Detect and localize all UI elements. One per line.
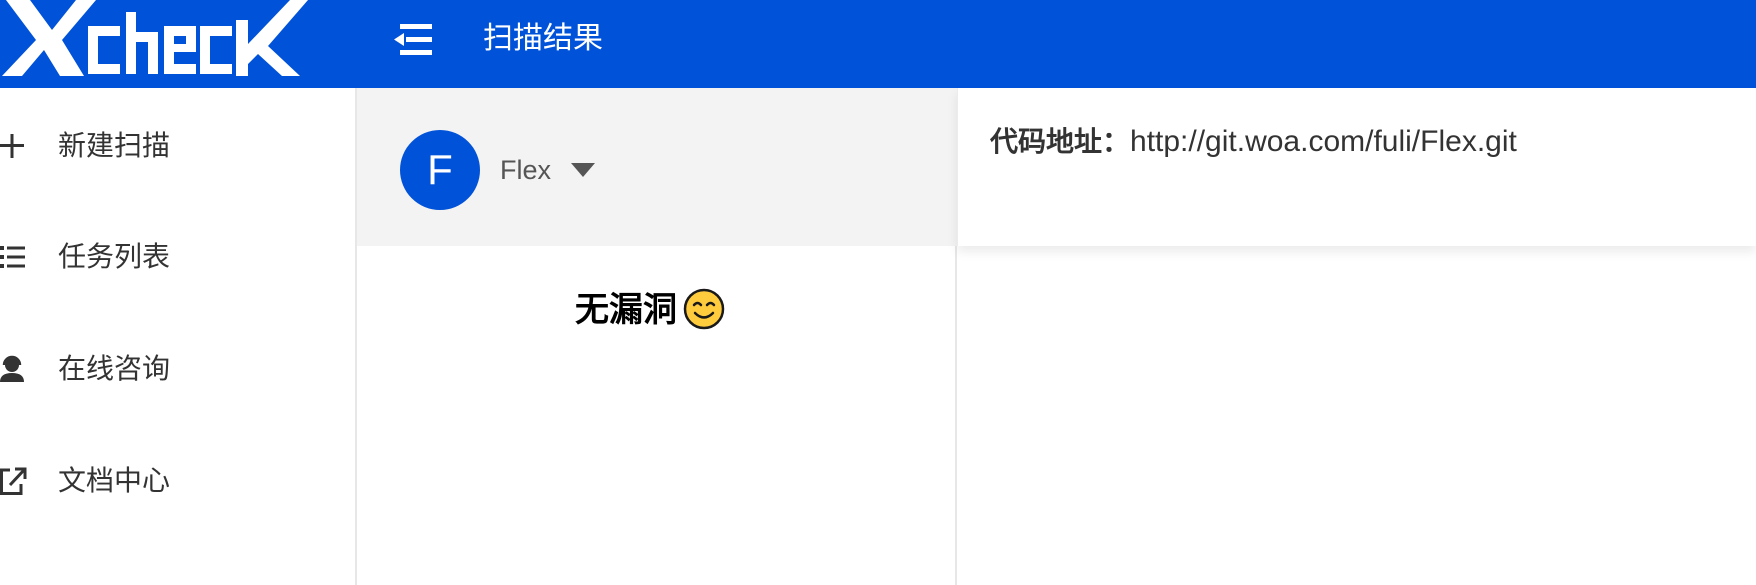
- sidebar-item-online-consult[interactable]: 在线咨询: [0, 334, 355, 404]
- support-agent-icon: [0, 354, 28, 384]
- project-header: F Flex: [357, 88, 957, 246]
- scan-status: 无漏洞: [575, 288, 725, 332]
- plus-icon: [0, 131, 28, 161]
- vulnerability-panel: 无漏洞: [357, 246, 957, 585]
- list-icon: [0, 242, 28, 272]
- repo-address-url[interactable]: http://git.woa.com/fuli/Flex.git: [1130, 125, 1517, 158]
- repo-address: 代码地址：http://git.woa.com/fuli/Flex.git: [990, 122, 1517, 167]
- smile-emoji-icon: [683, 288, 725, 330]
- external-link-icon: [0, 466, 28, 496]
- sidebar-item-new-scan[interactable]: 新建扫描: [0, 111, 355, 181]
- sidebar-item-label: 新建扫描: [58, 130, 171, 161]
- project-name: Flex: [500, 155, 552, 185]
- sidebar-item-docs[interactable]: 文档中心: [0, 446, 355, 516]
- page-title: 扫描结果: [483, 22, 603, 55]
- project-avatar: F: [400, 130, 480, 210]
- repo-info-card: 代码地址：http://git.woa.com/fuli/Flex.git: [957, 88, 1756, 246]
- xcheck-logo[interactable]: [0, 0, 310, 78]
- sidebar-item-label: 文档中心: [58, 465, 171, 496]
- repo-address-label: 代码地址：: [990, 126, 1131, 157]
- caret-down-icon: [571, 163, 596, 177]
- sidebar-item-label: 任务列表: [58, 241, 171, 272]
- project-selector[interactable]: Flex: [500, 150, 596, 190]
- top-navbar: 扫描结果: [0, 0, 1756, 88]
- sidebar-item-label: 在线咨询: [58, 353, 171, 384]
- menu-fold-icon[interactable]: [392, 22, 434, 58]
- sidebar-item-task-list[interactable]: 任务列表: [0, 222, 355, 292]
- scan-status-text: 无漏洞: [575, 291, 677, 329]
- sidebar: 新建扫描 任务列表 在线咨询 文档中心: [0, 88, 357, 585]
